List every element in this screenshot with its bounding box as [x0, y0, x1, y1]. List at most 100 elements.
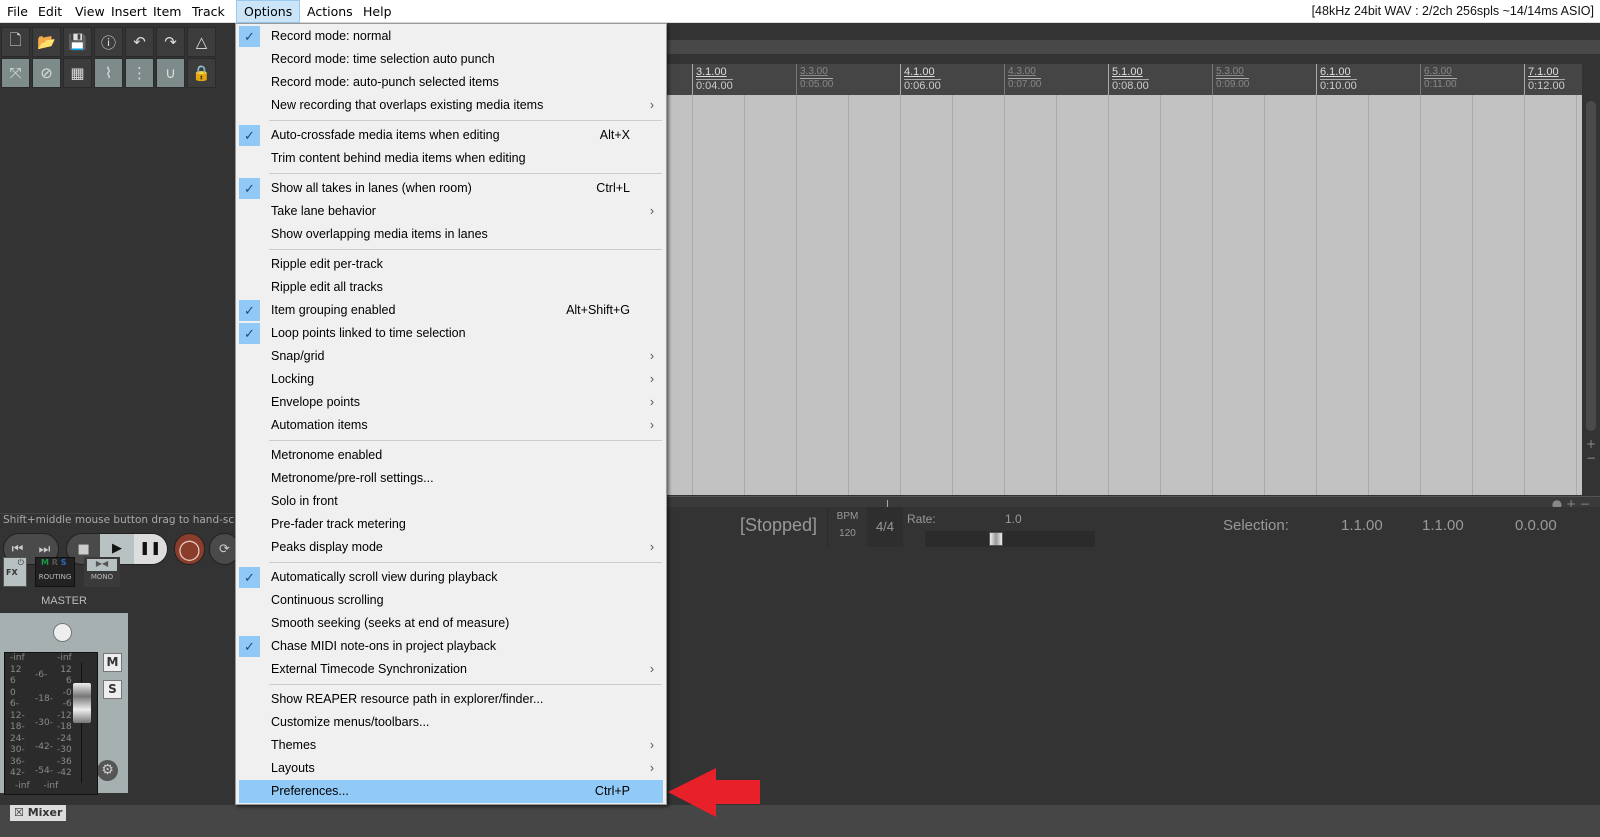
- time-label: 0:08.00: [1112, 79, 1149, 92]
- record-button[interactable]: ◯: [174, 533, 205, 565]
- mute-button[interactable]: M: [103, 653, 122, 672]
- menu-item-automation-items[interactable]: Automation items ›: [236, 414, 666, 437]
- snap-icon[interactable]: ∪: [156, 58, 185, 88]
- ripple-edit-icon[interactable]: ⊘: [32, 58, 61, 88]
- menu-item-metronome-pre-roll-settings[interactable]: Metronome/pre-roll settings...: [236, 467, 666, 490]
- rate-slider[interactable]: [925, 531, 1095, 547]
- menu-item-show-overlapping-media-items-in-lanes[interactable]: Show overlapping media items in lanes: [236, 223, 666, 246]
- menu-item-ripple-edit-all-tracks[interactable]: Ripple edit all tracks: [236, 276, 666, 299]
- meter-scale-label: 36-: [10, 756, 25, 767]
- menu-item-pre-fader-track-metering[interactable]: Pre-fader track metering: [236, 513, 666, 536]
- menu-item-label: Show REAPER resource path in explorer/fi…: [271, 692, 544, 706]
- open-project-icon[interactable]: 📂: [32, 27, 61, 57]
- solo-button[interactable]: S: [103, 680, 122, 699]
- menu-item-record-mode-normal[interactable]: ✓ Record mode: normal: [236, 25, 666, 48]
- menu-item-new-recording-that-overlaps-existing-media-items[interactable]: New recording that overlaps existing med…: [236, 94, 666, 117]
- menu-item-shortcut: Alt+Shift+G: [566, 303, 630, 317]
- menu-item-record-mode-auto-punch-selected-items[interactable]: Record mode: auto-punch selected items: [236, 71, 666, 94]
- envelope-points-icon[interactable]: ⌇: [94, 58, 123, 88]
- vertical-scrollbar[interactable]: + −: [1582, 95, 1600, 515]
- project-info-icon[interactable]: ⓘ: [94, 27, 123, 57]
- menu-item-solo-in-front[interactable]: Solo in front: [236, 490, 666, 513]
- menu-file[interactable]: File: [0, 0, 35, 23]
- menu-item-record-mode-time-selection-auto-punch[interactable]: Record mode: time selection auto punch: [236, 48, 666, 71]
- menu-item-item-grouping-enabled[interactable]: ✓ Item grouping enabled Alt+Shift+G: [236, 299, 666, 322]
- time-label: 0:04.00: [696, 79, 733, 92]
- menu-item-locking[interactable]: Locking ›: [236, 368, 666, 391]
- menu-item-snap-grid[interactable]: Snap/grid ›: [236, 345, 666, 368]
- grid-line: [1316, 95, 1317, 495]
- meter-scale-label: -inf: [57, 653, 72, 663]
- menu-item-loop-points-linked-to-time-selection[interactable]: ✓ Loop points linked to time selection: [236, 322, 666, 345]
- menu-item-metronome-enabled[interactable]: Metronome enabled: [236, 444, 666, 467]
- volume-fader[interactable]: [73, 683, 91, 723]
- menu-edit[interactable]: Edit: [31, 0, 69, 23]
- mixer-tab[interactable]: ☒ Mixer: [10, 805, 66, 821]
- fader-track: [81, 663, 82, 783]
- bpm-display[interactable]: BPM 120: [827, 507, 867, 547]
- selection-label: Selection:: [1223, 517, 1289, 534]
- menu-item-ripple-edit-per-track[interactable]: Ripple edit per-track: [236, 253, 666, 276]
- selection-end[interactable]: 1.1.00: [1422, 517, 1464, 534]
- menu-item[interactable]: Item: [146, 0, 188, 23]
- pause-button[interactable]: ❚❚: [133, 534, 167, 564]
- menu-item-label: Record mode: normal: [271, 29, 392, 43]
- save-project-icon[interactable]: 💾: [63, 27, 92, 57]
- grid-icon[interactable]: ⋮: [125, 58, 154, 88]
- zoom-in-icon[interactable]: +: [1582, 437, 1600, 451]
- timeline-ruler[interactable]: 3.1.00 0:04.00 4.1.00 0:06.00 5.1.00 0:08.00 6…: [667, 64, 1582, 95]
- menu-item-external-timecode-synchronization[interactable]: External Timecode Synchronization ›: [236, 658, 666, 681]
- menu-item-smooth-seeking-seeks-at-end-of-measure[interactable]: Smooth seeking (seeks at end of measure): [236, 612, 666, 635]
- auto-crossfade-icon[interactable]: ⤧: [1, 58, 30, 88]
- redo-icon[interactable]: ↷: [156, 27, 185, 57]
- routing-button[interactable]: M R S ROUTING: [35, 557, 75, 587]
- checkmark-icon: ✓: [239, 636, 260, 657]
- item-grouping-icon[interactable]: ▦: [63, 58, 92, 88]
- menu-item-continuous-scrolling[interactable]: Continuous scrolling: [236, 589, 666, 612]
- close-icon[interactable]: ☒: [14, 806, 24, 819]
- bar-label: 6.3.00: [1424, 66, 1452, 77]
- power-icon: ⏻: [17, 558, 24, 567]
- selection-length[interactable]: 0.0.00: [1515, 517, 1557, 534]
- menu-item-envelope-points[interactable]: Envelope points ›: [236, 391, 666, 414]
- menu-item-auto-crossfade-media-items-when-editing[interactable]: ✓ Auto-crossfade media items when editing…: [236, 124, 666, 147]
- menu-item-peaks-display-mode[interactable]: Peaks display mode ›: [236, 536, 666, 559]
- play-state: [Stopped]: [740, 515, 818, 535]
- meter-scale-label: -36: [57, 756, 72, 767]
- menu-item-label: Item grouping enabled: [271, 303, 396, 317]
- pan-knob[interactable]: [53, 623, 72, 642]
- selection-start[interactable]: 1.1.00: [1341, 517, 1383, 534]
- menu-help[interactable]: Help: [356, 0, 399, 23]
- lock-icon[interactable]: 🔒: [187, 58, 216, 88]
- meter-scale-label: -24: [57, 733, 72, 744]
- grid-line: [1524, 95, 1525, 495]
- undo-icon[interactable]: ↶: [125, 27, 154, 57]
- grid-line: [1212, 95, 1213, 495]
- time-signature[interactable]: 4/4: [867, 507, 903, 547]
- metronome-icon[interactable]: △: [187, 27, 216, 57]
- zoom-out-icon[interactable]: −: [1582, 451, 1600, 465]
- mixer-tab-label: Mixer: [27, 806, 63, 819]
- menu-item-take-lane-behavior[interactable]: Take lane behavior ›: [236, 200, 666, 223]
- settings-gear-icon[interactable]: ⚙: [97, 760, 118, 781]
- menu-item-preferences[interactable]: Preferences... Ctrl+P: [239, 780, 663, 803]
- menu-item-chase-midi-note-ons-in-project-playback[interactable]: ✓ Chase MIDI note-ons in project playback: [236, 635, 666, 658]
- new-project-icon[interactable]: 🗋: [1, 27, 30, 57]
- menu-item-show-all-takes-in-lanes-when-room[interactable]: ✓ Show all takes in lanes (when room) Ctrl…: [236, 177, 666, 200]
- menu-item-customize-menus-toolbars[interactable]: Customize menus/toolbars...: [236, 711, 666, 734]
- menu-item-trim-content-behind-media-items-when-editing[interactable]: Trim content behind media items when edi…: [236, 147, 666, 170]
- menu-item-show-reaper-resource-path-in-explorer-finder[interactable]: Show REAPER resource path in explorer/fi…: [236, 688, 666, 711]
- menu-item-automatically-scroll-view-during-playback[interactable]: ✓ Automatically scroll view during playba…: [236, 566, 666, 589]
- menu-actions[interactable]: Actions: [300, 0, 360, 23]
- menu-options[interactable]: Options: [236, 0, 301, 23]
- checkmark-icon: ✓: [239, 300, 260, 321]
- menu-item-themes[interactable]: Themes ›: [236, 734, 666, 757]
- fx-button[interactable]: ⏻ FX: [3, 557, 27, 587]
- menu-track[interactable]: Track: [185, 0, 232, 23]
- menu-item-layouts[interactable]: Layouts ›: [236, 757, 666, 780]
- grid-line: [900, 95, 901, 495]
- mono-button[interactable]: ▶◀ MONO: [84, 557, 120, 587]
- meter-scale-label: 30-: [10, 745, 25, 755]
- track-area[interactable]: [667, 95, 1582, 495]
- menu-item-label: Show all takes in lanes (when room): [271, 181, 472, 195]
